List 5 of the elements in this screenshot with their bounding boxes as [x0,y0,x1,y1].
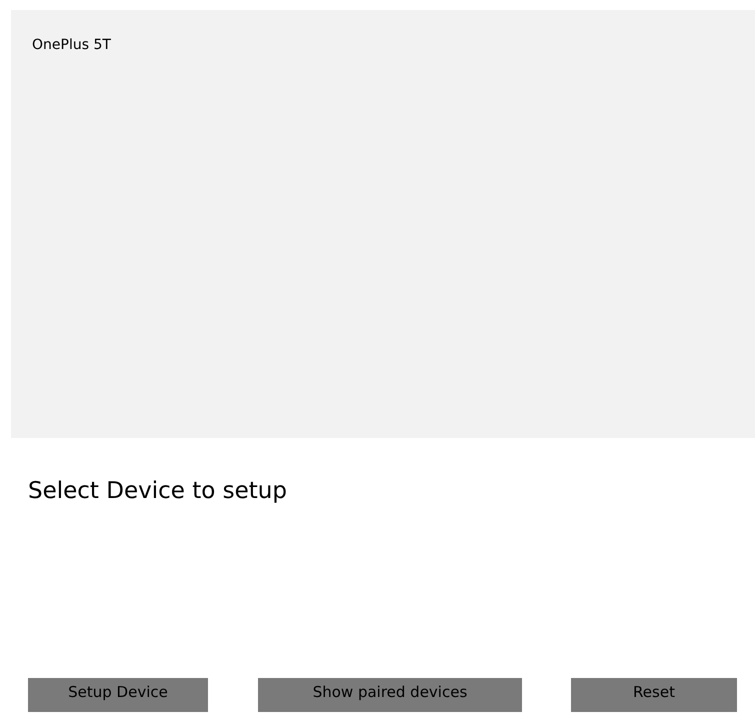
action-button[interactable]: Show paired devices [258,678,522,712]
device-list-item[interactable]: OnePlus 5T [11,34,253,56]
action-button[interactable]: Reset [571,678,737,712]
action-button[interactable]: Setup Device [28,678,208,712]
instruction-text: Select Device to setup [28,477,288,506]
